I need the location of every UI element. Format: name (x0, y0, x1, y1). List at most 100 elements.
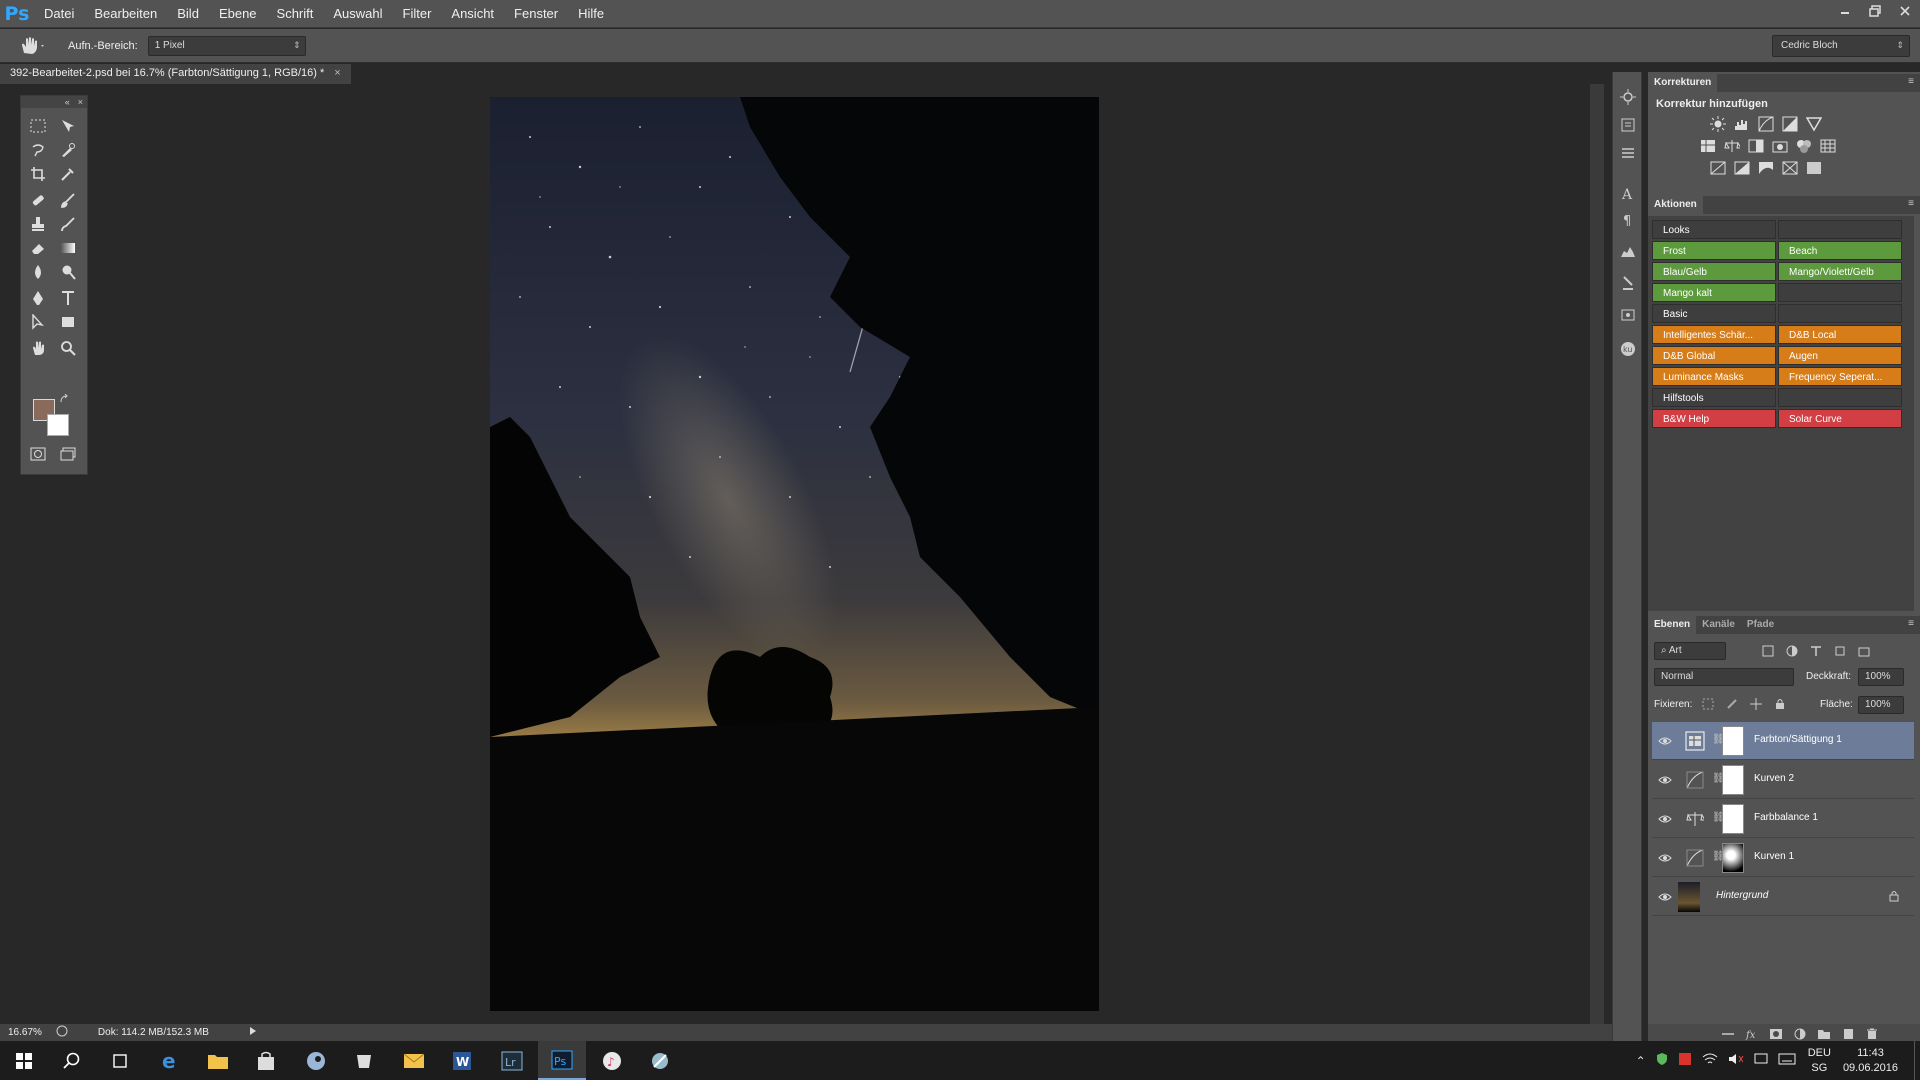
hand-tool[interactable] (25, 336, 51, 360)
curves-icon[interactable] (1756, 114, 1776, 134)
exposure-icon[interactable] (1780, 114, 1800, 134)
workspace-select[interactable]: Cedric Bloch (1772, 35, 1910, 57)
menu-hilfe[interactable]: Hilfe (568, 0, 614, 28)
lasso-tool[interactable] (25, 138, 51, 162)
status-menu-icon[interactable] (249, 1026, 257, 1039)
paragraph-panel-icon[interactable]: ¶ (1617, 208, 1639, 230)
tab-ebenen[interactable]: Ebenen (1648, 616, 1697, 634)
filter-type-icon[interactable] (1806, 641, 1826, 661)
type-tool[interactable] (55, 286, 81, 310)
taskbar-word[interactable]: W (438, 1041, 486, 1080)
layer-row[interactable]: ⛓ Kurven 2 (1652, 761, 1914, 799)
swap-colors-icon[interactable] (57, 392, 71, 406)
action-button[interactable]: Frost (1652, 241, 1776, 260)
lock-position-icon[interactable] (1746, 694, 1766, 714)
action-button[interactable]: Intelligentes Schär... (1652, 325, 1776, 344)
quick-mask-button[interactable] (25, 442, 51, 466)
menu-ebene[interactable]: Ebene (209, 0, 267, 28)
minimize-button[interactable] (1830, 0, 1860, 22)
history-panel-icon[interactable] (1617, 114, 1639, 136)
action-button[interactable]: Solar Curve (1778, 409, 1902, 428)
acrobat-icon[interactable] (1678, 1052, 1692, 1069)
tools-panel-header[interactable]: «× (21, 96, 87, 108)
taskbar-steam[interactable] (292, 1041, 340, 1080)
layer-mask-thumbnail[interactable] (1722, 765, 1744, 795)
vibrance-icon[interactable] (1804, 114, 1824, 134)
keyboard-icon[interactable] (1778, 1053, 1796, 1068)
kuler-panel-icon[interactable]: ku (1617, 338, 1639, 360)
menu-datei[interactable]: Datei (34, 0, 84, 28)
action-button[interactable]: Frequency Seperat... (1778, 367, 1902, 386)
blur-tool[interactable] (25, 260, 51, 284)
taskbar-edge[interactable]: e (146, 1041, 194, 1080)
taskbar-app[interactable] (340, 1041, 388, 1080)
taskbar-photoshop[interactable]: Ps (538, 1041, 586, 1080)
action-button[interactable]: Mango kalt (1652, 283, 1776, 302)
collapse-icon[interactable]: « (65, 97, 70, 107)
taskbar-other-app[interactable] (636, 1041, 684, 1080)
filter-adjustment-icon[interactable] (1782, 641, 1802, 661)
lock-transparency-icon[interactable] (1698, 694, 1718, 714)
taskbar-lightroom[interactable]: Lr (488, 1041, 536, 1080)
invert-icon[interactable] (1708, 158, 1728, 178)
action-button[interactable] (1778, 388, 1902, 407)
tool-presets-icon[interactable] (1617, 272, 1639, 294)
eye-icon[interactable] (1658, 890, 1672, 904)
action-button[interactable]: Luminance Masks (1652, 367, 1776, 386)
menu-schrift[interactable]: Schrift (267, 0, 324, 28)
wifi-icon[interactable] (1702, 1053, 1718, 1068)
clock[interactable]: 11:43 09.06.2016 (1843, 1046, 1898, 1076)
notification-icon[interactable] (1754, 1053, 1768, 1068)
brush-tool[interactable] (55, 188, 81, 212)
panel-menu-icon[interactable]: ≡ (1908, 76, 1914, 87)
action-button[interactable]: Augen (1778, 346, 1902, 365)
layer-row[interactable]: ⛓ Kurven 1 (1652, 839, 1914, 877)
gradient-tool[interactable] (55, 236, 81, 260)
action-button[interactable]: D&B Local (1778, 325, 1902, 344)
crop-tool[interactable] (25, 162, 51, 186)
action-button[interactable]: D&B Global (1652, 346, 1776, 365)
healing-brush-tool[interactable] (25, 188, 51, 212)
menu-auswahl[interactable]: Auswahl (323, 0, 392, 28)
filter-shape-icon[interactable] (1830, 641, 1850, 661)
layer-mask-thumbnail[interactable] (1722, 726, 1744, 756)
volume-muted-icon[interactable] (1728, 1053, 1744, 1068)
brightness-icon[interactable] (1708, 114, 1728, 134)
start-button[interactable] (0, 1041, 48, 1080)
opacity-field[interactable]: 100% (1858, 668, 1904, 686)
levels-icon[interactable] (1732, 114, 1752, 134)
search-button[interactable] (48, 1041, 96, 1080)
layer-mask-thumbnail[interactable] (1722, 804, 1744, 834)
eye-icon[interactable] (1658, 734, 1672, 748)
eye-icon[interactable] (1658, 851, 1672, 865)
action-button[interactable]: B&W Help (1652, 409, 1776, 428)
character-panel-icon[interactable]: A (1617, 182, 1639, 204)
pen-tool[interactable] (25, 286, 51, 310)
lock-all-icon[interactable] (1770, 694, 1790, 714)
color-balance-icon[interactable] (1722, 136, 1742, 156)
eye-icon[interactable] (1658, 812, 1672, 826)
action-button[interactable] (1778, 220, 1902, 239)
menu-bild[interactable]: Bild (167, 0, 209, 28)
menu-ansicht[interactable]: Ansicht (441, 0, 504, 28)
task-view-button[interactable] (96, 1041, 144, 1080)
zoom-tool[interactable] (55, 336, 81, 360)
tool-preset-picker[interactable] (16, 31, 56, 61)
shape-tool[interactable] (55, 310, 81, 334)
sample-size-select[interactable]: 1 Pixel (147, 35, 306, 56)
black-white-icon[interactable] (1746, 136, 1766, 156)
close-icon[interactable]: × (78, 97, 83, 107)
action-button[interactable]: Basic (1652, 304, 1776, 323)
clone-source-icon[interactable] (1617, 304, 1639, 326)
action-button[interactable]: Looks (1652, 220, 1776, 239)
canvas-vertical-scrollbar[interactable] (1590, 84, 1604, 1024)
filter-pixel-icon[interactable] (1758, 641, 1778, 661)
menu-filter[interactable]: Filter (393, 0, 442, 28)
action-button[interactable] (1778, 304, 1902, 323)
channel-mixer-icon[interactable] (1794, 136, 1814, 156)
tab-aktionen[interactable]: Aktionen (1648, 196, 1703, 214)
document-canvas[interactable] (490, 97, 1099, 1011)
doc-info-icon[interactable] (56, 1025, 68, 1040)
action-button[interactable]: Mango/Violett/Gelb (1778, 262, 1902, 281)
shield-icon[interactable] (1656, 1052, 1668, 1069)
